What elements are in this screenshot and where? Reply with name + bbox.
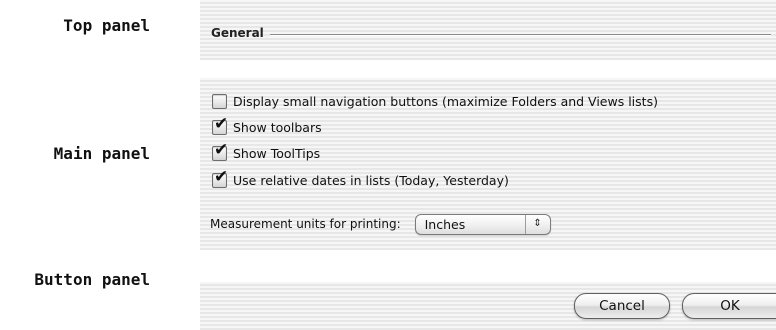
preferences-window: Top panel Main panel Button panel Genera… [0,0,776,330]
top-panel: General [200,0,776,60]
option-small-nav-buttons[interactable]: Display small navigation buttons (maximi… [212,92,658,110]
up-down-arrows-icon: ⇕ [524,214,550,234]
ok-button[interactable]: OK [682,293,776,319]
option-show-tooltips[interactable]: ✔ Show ToolTips [212,141,321,162]
checkmark-icon: ✔ [214,139,229,160]
button-panel: Cancel OK [200,282,776,330]
main-panel-annotation: Main panel [53,144,150,163]
option-show-toolbars[interactable]: ✔ Show toolbars [212,115,322,136]
small-nav-buttons-checkbox[interactable] [212,93,227,109]
general-group-header: General [211,25,771,41]
cancel-button[interactable]: Cancel [574,293,670,319]
checkmark-icon: ✔ [214,166,229,187]
measurement-units-row: Measurement units for printing: Inches ⇕ [210,213,551,235]
button-panel-annotation: Button panel [34,270,150,289]
measurement-units-popup[interactable]: Inches ⇕ [414,213,551,235]
small-nav-buttons-label: Display small navigation buttons (maximi… [233,93,658,109]
show-tooltips-label: Show ToolTips [233,145,321,161]
relative-dates-label: Use relative dates in lists (Today, Yest… [233,172,509,188]
main-panel: Display small navigation buttons (maximi… [200,78,776,250]
option-relative-dates[interactable]: ✔ Use relative dates in lists (Today, Ye… [212,168,509,189]
general-group-title: General [211,26,264,40]
relative-dates-checkbox[interactable]: ✔ [212,168,228,188]
top-panel-annotation: Top panel [63,16,150,35]
show-toolbars-label: Show toolbars [233,119,322,135]
show-toolbars-checkbox[interactable]: ✔ [212,115,228,135]
show-tooltips-checkbox[interactable]: ✔ [212,141,228,161]
group-divider [269,33,771,36]
checkmark-icon: ✔ [214,113,229,134]
measurement-units-value: Inches [424,216,466,232]
measurement-units-label: Measurement units for printing: [210,217,401,231]
